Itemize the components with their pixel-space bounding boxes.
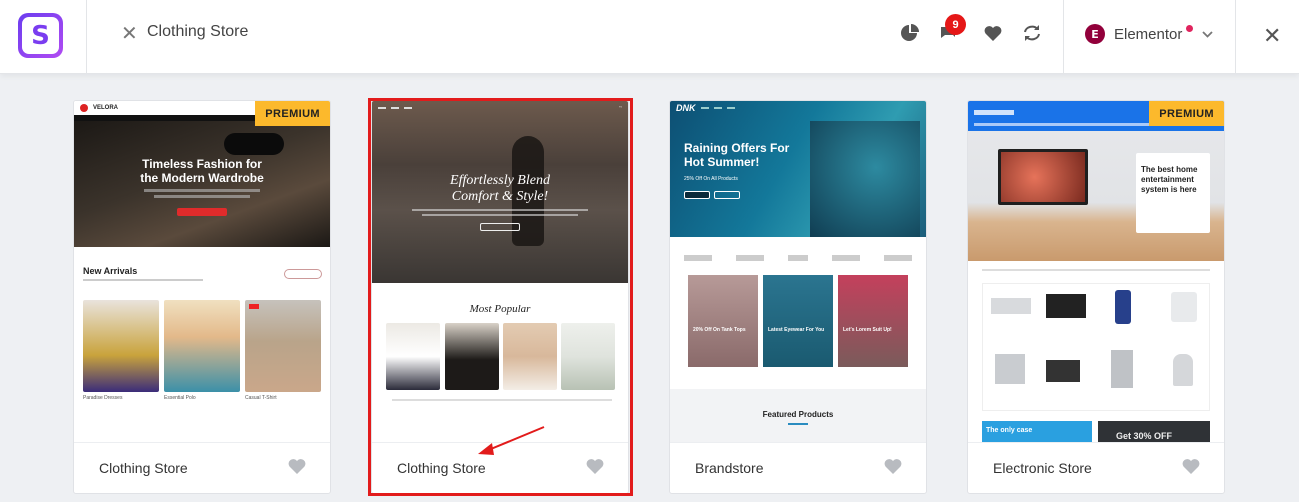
preview-hero-sub: 25% Off On All Products [684, 176, 738, 182]
template-preview: DNK Raining Offers For Hot Summer! 25% O… [670, 101, 926, 442]
hero-button [177, 208, 227, 216]
hero-button [714, 191, 740, 199]
close-icon[interactable]: ✕ [1263, 24, 1281, 49]
preview-hero: DNK Raining Offers For Hot Summer! 25% O… [670, 101, 926, 237]
favorite-heart-icon[interactable] [884, 458, 902, 476]
product-name: Essential Polo [164, 395, 196, 401]
search-term: Clothing Store [147, 23, 249, 40]
template-preview: VELORA Timeless Fashion for the Modern W… [74, 101, 330, 442]
promo-tile-label: Latest Eyewear For You [768, 327, 825, 333]
product-image [503, 323, 557, 390]
color-swatches [392, 414, 612, 418]
hero-button [480, 223, 520, 231]
template-preview: ~ Effortlessly Blend Comfort & Style! Mo… [372, 101, 628, 442]
premium-badge: PREMIUM [255, 101, 330, 126]
promo-tile: 20% Off On Tank Tops [688, 275, 758, 367]
card-title: Brandstore [695, 460, 764, 476]
preview-hero: Timeless Fashion for the Modern Wardrobe [74, 115, 330, 247]
card-title: Clothing Store [99, 460, 188, 476]
card-title: Electronic Store [993, 460, 1092, 476]
clear-search-icon[interactable]: ✕ [121, 21, 138, 45]
builder-label: Elementor [1114, 25, 1183, 43]
sync-icon[interactable] [1021, 22, 1043, 44]
featured-section: Featured Products [670, 389, 926, 442]
builder-select[interactable]: E Elementor [1085, 24, 1214, 44]
preview-hero: The best home entertainment system is he… [968, 131, 1224, 261]
card-footer: Brandstore [670, 442, 926, 493]
product-image [245, 300, 321, 392]
annotation-arrow-icon [478, 426, 545, 455]
product-image [83, 300, 159, 392]
preview-section-title: Featured Products [762, 410, 834, 419]
model-image [810, 121, 920, 237]
product-image [386, 323, 440, 390]
card-footer: Electronic Store [968, 442, 1224, 493]
promo-tile: Let's Lorem Suit Up! [838, 275, 908, 367]
favorite-heart-icon[interactable] [586, 458, 604, 476]
favorite-heart-icon[interactable] [288, 458, 306, 476]
brand-logos [684, 255, 912, 261]
preview-hero-title: Timeless Fashion for the Modern Wardrobe [140, 157, 264, 185]
logo-letter: S [22, 17, 59, 54]
preview-nav: ~ [372, 101, 628, 115]
template-card[interactable]: VELORA Timeless Fashion for the Modern W… [73, 100, 331, 494]
card-footer: Clothing Store [74, 442, 330, 493]
sunglasses-shape [224, 133, 284, 155]
app-logo[interactable]: S [18, 13, 63, 58]
tv-shape [998, 149, 1088, 205]
promo-banner: The only case [982, 421, 1092, 442]
preview-nav: DNK [670, 101, 926, 115]
product-image [164, 300, 240, 392]
promo-banner: Get 30% OFF [1098, 421, 1210, 442]
template-preview: The best home entertainment system is he… [968, 101, 1224, 442]
promo-tile: Latest Eyewear For You [763, 275, 833, 367]
chevron-down-icon [1202, 25, 1214, 43]
header-divider [1063, 0, 1064, 74]
template-card[interactable]: The best home entertainment system is he… [967, 100, 1225, 494]
brand-icon [80, 104, 88, 112]
product-name: Paradise Dresses [83, 395, 123, 401]
product-image [561, 323, 615, 390]
view-all-button [284, 269, 322, 279]
top-bar: S ✕ Clothing Store 9 E Elementor ✕ [0, 0, 1299, 74]
card-title: Clothing Store [397, 460, 486, 476]
promo-tile-label: 20% Off On Tank Tops [693, 327, 746, 333]
template-card[interactable]: DNK Raining Offers For Hot Summer! 25% O… [669, 100, 927, 494]
heart-icon[interactable] [982, 22, 1004, 44]
product-grid [982, 283, 1210, 411]
preview-hero-title: Raining Offers For Hot Summer! [684, 141, 790, 169]
builder-status-dot [1186, 24, 1194, 32]
elementor-icon: E [1085, 24, 1105, 44]
pie-chart-icon[interactable] [899, 22, 921, 44]
promo-label: Get 30% OFF [1116, 431, 1173, 441]
preview-brand: DNK [676, 103, 696, 113]
logo-cell: S [0, 0, 87, 74]
product-image [445, 323, 499, 390]
preview-section-title: New Arrivals [83, 266, 138, 276]
notification-badge: 9 [945, 14, 966, 35]
header-divider [1235, 0, 1236, 74]
premium-badge: PREMIUM [1149, 101, 1224, 126]
product-name: Casual T-Shirt [245, 395, 277, 401]
preview-section-title: Most Popular [469, 303, 531, 315]
preview-hero-title: The best home entertainment system is he… [1141, 165, 1198, 194]
preview-brand: VELORA [93, 105, 119, 111]
promo-tile-label: Let's Lorem Suit Up! [843, 327, 892, 333]
hero-button [684, 191, 710, 199]
hero-card: The best home entertainment system is he… [1136, 153, 1210, 233]
preview-hero-title: Effortlessly Blend Comfort & Style! [450, 173, 550, 204]
favorite-heart-icon[interactable] [1182, 458, 1200, 476]
promo-label: The only case [986, 427, 1033, 434]
preview-hero: ~ Effortlessly Blend Comfort & Style! [372, 101, 628, 283]
